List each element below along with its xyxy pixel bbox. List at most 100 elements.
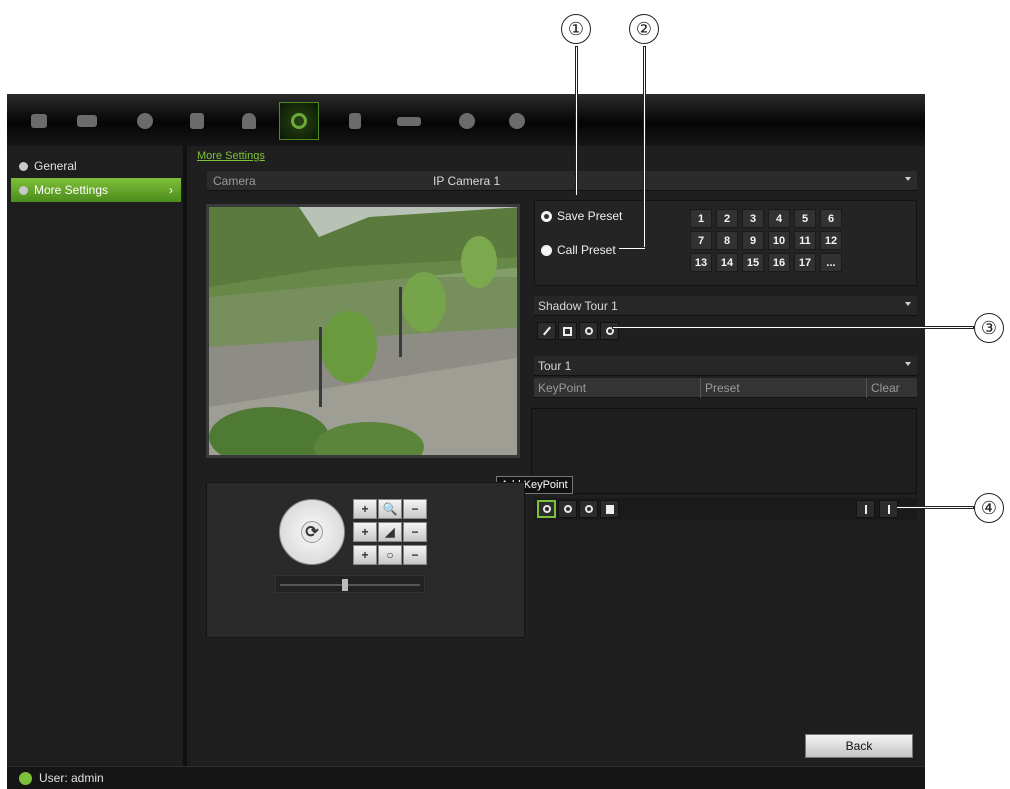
focus-far-button[interactable]: − [403,522,427,542]
camera-preview [206,204,520,458]
arrow-down-icon[interactable] [879,500,898,518]
back-button[interactable]: Back [805,734,913,758]
security-icon[interactable] [335,102,375,140]
top-menu-bar [7,94,925,146]
storage-icon[interactable] [389,102,429,140]
gear-icon [19,161,28,171]
delete-keypoint-icon[interactable] [558,500,577,518]
slider-handle[interactable] [342,579,348,591]
start-tour-icon[interactable] [579,322,598,340]
preset-number-button[interactable]: 12 [820,231,842,250]
focus-icon: ◢ [378,522,402,542]
leader-line [618,247,646,250]
sidebar-item-label: General [34,159,77,173]
tour-select[interactable]: Tour 1 [534,356,917,376]
preset-number-button[interactable]: 11 [794,231,816,250]
sidebar: General More Settings › [7,146,187,766]
add-keypoint-icon[interactable] [537,500,556,518]
preset-number-button[interactable]: 10 [768,231,790,250]
preset-number-button[interactable]: 1 [690,209,712,228]
leader-line [612,326,974,329]
preset-number-button[interactable]: 2 [716,209,738,228]
callout-1: ① [561,14,591,44]
monitor-icon[interactable] [19,102,59,140]
camera-select-value[interactable]: IP Camera 1 [433,174,500,188]
preset-number-button[interactable]: 5 [794,209,816,228]
column-clear: Clear [866,377,900,398]
preset-panel: Save Preset Call Preset 1 2 3 4 5 6 7 8 9 10 11 12 1… [534,200,917,286]
save-preset-radio[interactable]: Save Preset [541,209,622,223]
preset-number-button[interactable]: 16 [768,253,790,272]
tour-table-header: KeyPoint Preset Clear [534,377,917,398]
iris-icon: ○ [378,545,402,565]
leader-line [643,46,646,250]
network-icon[interactable] [177,102,217,140]
sidebar-item-more-settings[interactable]: More Settings › [11,178,181,202]
column-preset: Preset [700,377,740,398]
trash-icon[interactable] [600,500,619,518]
settings-icon [19,185,28,195]
preset-number-button[interactable]: 13 [690,253,712,272]
preset-number-button[interactable]: 6 [820,209,842,228]
shadow-tour-value: Shadow Tour 1 [538,298,618,313]
tour-value: Tour 1 [538,358,572,373]
leader-line [896,506,974,509]
zoom-in-button[interactable]: + [353,499,377,519]
dvr-window: General More Settings › More Settings Cam… [7,94,925,789]
auto-scan-icon[interactable]: ⟳ [301,521,323,543]
edit-icon[interactable] [537,322,556,340]
preset-number-button[interactable]: 7 [690,231,712,250]
zoom-out-button[interactable]: − [403,499,427,519]
leader-line [575,46,578,196]
stop-tour-icon[interactable] [600,322,619,340]
save-icon[interactable] [558,322,577,340]
figure: ① ② ③ ④ General More Settings › More Sett… [0,0,1010,789]
keypoint-list [531,408,917,494]
main-panel: More Settings Camera IP Camera 1 Save Pr… [191,146,925,766]
camera-icon[interactable] [67,102,107,140]
focus-near-button[interactable]: + [353,522,377,542]
ptz-control-panel: ⟳ + 🔍 − + ◢ − + ○ − [206,482,525,638]
iris-close-button[interactable]: − [403,545,427,565]
chevron-down-icon [905,362,911,366]
preset-number-button[interactable]: 17 [794,253,816,272]
sidebar-item-label: More Settings [34,183,109,197]
camera-scene [209,207,517,455]
preset-number-button[interactable]: 14 [716,253,738,272]
preset-number-button[interactable]: 8 [716,231,738,250]
preset-number-button[interactable]: 3 [742,209,764,228]
iris-open-button[interactable]: + [353,545,377,565]
camera-label: Camera [213,173,256,188]
chevron-down-icon [905,302,911,306]
arrow-up-icon[interactable] [856,500,875,518]
alarm-icon[interactable] [229,102,269,140]
speed-slider[interactable] [275,575,425,593]
sidebar-item-general[interactable]: General [11,154,181,178]
clear-keypoint-icon[interactable] [579,500,598,518]
preset-number-button[interactable]: 4 [768,209,790,228]
record-icon[interactable] [125,102,165,140]
callout-3: ③ [974,313,1004,343]
call-preset-label: Call Preset [557,243,616,257]
direction-pad[interactable]: ⟳ [279,499,345,565]
radio-icon [541,244,552,256]
call-preset-radio[interactable]: Call Preset [541,243,616,257]
ptz-icon[interactable] [279,102,319,140]
callout-4: ④ [974,493,1004,523]
camera-row[interactable]: Camera IP Camera 1 [207,171,917,191]
info-icon[interactable] [447,102,487,140]
user-status: User: admin [39,771,104,785]
zoom-icon: 🔍 [378,499,402,519]
callout-2: ② [629,14,659,44]
status-bar: User: admin [7,766,925,789]
preset-number-button[interactable]: ... [820,253,842,272]
shadow-tour-select[interactable]: Shadow Tour 1 [534,296,917,316]
chevron-down-icon [905,177,911,181]
preset-number-button[interactable]: 15 [742,253,764,272]
save-preset-label: Save Preset [557,209,623,223]
chevron-right-icon: › [169,183,173,197]
preset-number-button[interactable]: 9 [742,231,764,250]
user-icon [19,771,32,785]
power-icon[interactable] [497,102,537,140]
breadcrumb[interactable]: More Settings [197,150,265,162]
